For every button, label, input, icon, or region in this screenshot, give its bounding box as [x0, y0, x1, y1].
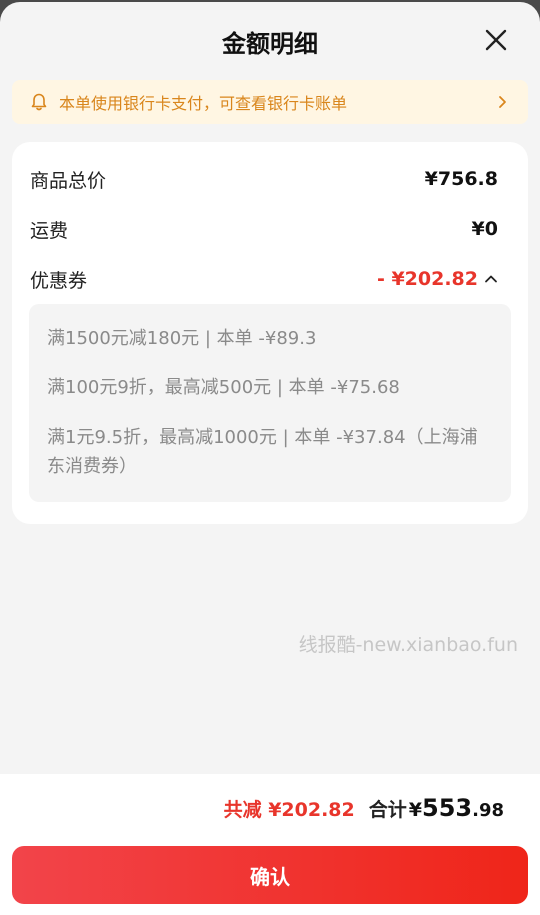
total-summary: 共减 ¥202.82 合计 ¥ 553 .98 [224, 794, 504, 822]
coupon-toggle[interactable]: - ¥202.82 [377, 268, 498, 290]
total-decimal: .98 [472, 800, 504, 821]
notice-text: 本单使用银行卡支付，可查看银行卡账单 [59, 94, 348, 113]
close-icon [485, 29, 507, 51]
page-title: 金额明细 [222, 30, 318, 58]
chevron-right-icon [499, 96, 506, 108]
coupon-detail-item: 满100元9折，最高减500元 | 本单 -¥75.68 [47, 377, 400, 398]
checkout-footer: 共减 ¥202.82 合计 ¥ 553 .98 确认 [0, 774, 540, 915]
total-label: 合计 [368, 799, 407, 821]
coupon-detail-item: 满1元9.5折，最高减1000元 | 本单 -¥37.84（上海浦东消费券） [47, 427, 478, 477]
bell-icon [31, 93, 47, 111]
saved-amount: 共减 ¥202.82 [223, 799, 355, 821]
total-currency: ¥ [408, 799, 422, 821]
amount-detail-sheet: 金额明细 本单使用银行卡支付，可查看银行卡账单 商品总价 ¥756.8 运费 ¥… [0, 2, 540, 915]
shipping-value: ¥0 [471, 218, 498, 240]
price-breakdown-card: 商品总价 ¥756.8 运费 ¥0 优惠券 - ¥202.82 满1500元减1… [12, 142, 528, 524]
goods-total-value: ¥756.8 [424, 168, 498, 190]
sheet-header: 金额明细 [0, 2, 540, 78]
close-button[interactable] [482, 26, 510, 54]
goods-total-label: 商品总价 [30, 169, 107, 192]
coupon-detail-item: 满1500元减180元 | 本单 -¥89.3 [47, 328, 317, 349]
coupon-row[interactable]: 优惠券 - ¥202.82 [30, 264, 498, 294]
goods-total-row: 商品总价 ¥756.8 [30, 164, 498, 194]
shipping-row: 运费 ¥0 [30, 214, 498, 244]
chevron-up-icon [485, 275, 497, 283]
watermark: 线报酷-new.xianbao.fun [298, 634, 518, 656]
coupon-detail-list: 满1500元减180元 | 本单 -¥89.3 满100元9折，最高减500元 … [29, 304, 511, 502]
bank-card-notice[interactable]: 本单使用银行卡支付，可查看银行卡账单 [12, 80, 528, 124]
confirm-button[interactable]: 确认 [12, 846, 528, 904]
coupon-label: 优惠券 [30, 269, 88, 292]
coupon-value: - ¥202.82 [376, 268, 478, 290]
shipping-label: 运费 [30, 219, 69, 242]
total-integer: 553 [422, 794, 473, 822]
